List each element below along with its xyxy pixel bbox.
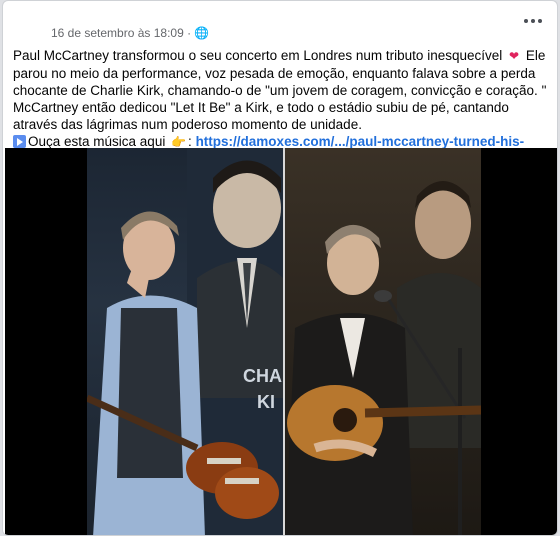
post-timestamp[interactable]: 16 de setembro às 18:09 · 🌐: [51, 26, 209, 40]
cta-text: Ouça esta música aqui: [28, 134, 166, 149]
poster-text-1: CHA: [243, 366, 282, 386]
post-header: 16 de setembro às 18:09 · 🌐: [3, 1, 557, 41]
more-options-icon[interactable]: [523, 15, 543, 27]
broken-heart-icon: ❤: [509, 49, 520, 63]
photo-right-guitar-singer: [285, 148, 481, 535]
post-text-line1: Paul McCartney transformou o seu concert…: [13, 48, 503, 63]
photo-left-crying-singer: CHA KI: [87, 148, 283, 535]
right-scene: [285, 181, 481, 535]
play-button-icon: [13, 135, 26, 148]
post-card: 16 de setembro às 18:09 · 🌐 Paul McCartn…: [2, 0, 558, 536]
poster-text-2: KI: [257, 392, 275, 412]
left-scene: CHA KI: [87, 148, 283, 535]
post-image[interactable]: CHA KI: [5, 148, 557, 535]
